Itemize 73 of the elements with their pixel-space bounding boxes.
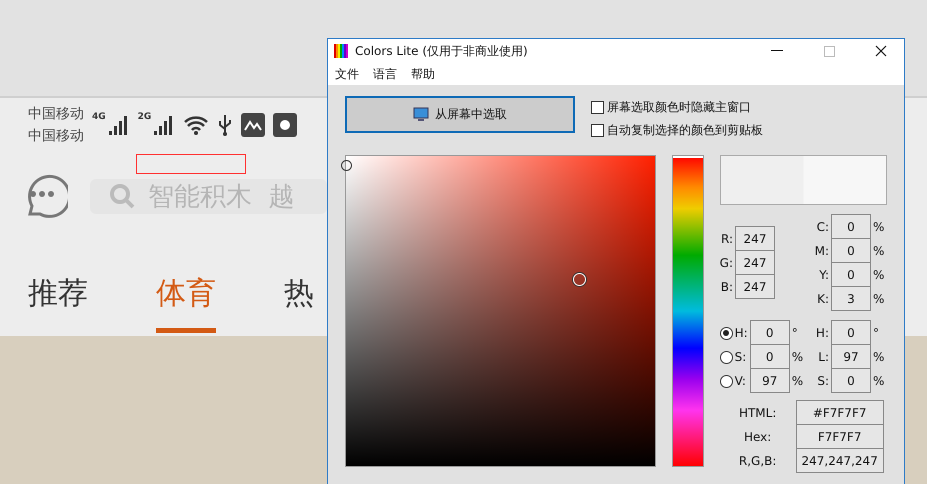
hue-slider[interactable] xyxy=(672,155,704,467)
value-field[interactable]: 0 xyxy=(831,238,871,263)
code-label: Hex: xyxy=(742,430,772,444)
cursor-ring xyxy=(573,273,586,286)
carrier-label: 中国移动 xyxy=(28,127,84,146)
category-tab[interactable]: 热 xyxy=(284,274,314,333)
search-icon xyxy=(108,182,136,210)
window-title: Colors Lite (仅用于非商业使用) xyxy=(355,42,529,60)
signal-icon xyxy=(108,114,130,136)
code-label: R,G,B: xyxy=(738,454,778,468)
value-field[interactable]: 0 xyxy=(831,262,871,287)
value-field[interactable]: 247 xyxy=(735,250,775,275)
menu-item[interactable]: 文件 xyxy=(335,66,359,82)
network-label: 2G xyxy=(138,112,152,122)
maximize-icon xyxy=(824,46,834,56)
channel-label: B: xyxy=(720,280,733,294)
carrier-label: 中国移动 xyxy=(28,105,84,124)
radio-button[interactable] xyxy=(720,326,733,340)
checkbox[interactable] xyxy=(591,124,604,137)
unit-label: ° xyxy=(792,326,799,340)
app-logo-icon xyxy=(333,43,349,59)
unit-label: % xyxy=(792,350,804,364)
app-icon xyxy=(241,113,266,137)
pick-from-screen-button[interactable]: 从屏幕中选取 xyxy=(345,96,575,133)
value-field[interactable]: 0 xyxy=(750,344,790,369)
channel-label: R: xyxy=(720,232,733,246)
unit-label: % xyxy=(873,268,886,282)
unit-label: % xyxy=(873,244,886,258)
value-field[interactable]: 97 xyxy=(831,344,871,369)
unit-label: % xyxy=(873,374,886,388)
channel-label: Y: xyxy=(818,268,829,282)
channel-label: K: xyxy=(816,292,829,306)
channel-label: S: xyxy=(816,374,829,388)
app-icon xyxy=(273,113,298,137)
category-tab[interactable]: 推荐 xyxy=(28,274,88,333)
wifi-icon xyxy=(183,115,210,135)
value-field[interactable]: F7F7F7 xyxy=(796,424,884,449)
value-field[interactable]: 247 xyxy=(735,274,775,299)
network-label: 4G xyxy=(92,112,106,122)
menu-item[interactable]: 语言 xyxy=(373,66,397,82)
radio-button[interactable] xyxy=(720,374,733,388)
unit-label: ° xyxy=(873,326,880,340)
unit-label: % xyxy=(873,220,886,234)
value-field[interactable]: 97 xyxy=(750,368,790,393)
code-label: HTML: xyxy=(738,406,778,420)
checkbox[interactable] xyxy=(591,101,604,114)
monitor-icon xyxy=(413,107,429,122)
channel-label: H: xyxy=(816,326,829,340)
usb-icon xyxy=(217,114,234,136)
value-field[interactable]: 247,247,247 xyxy=(796,448,884,473)
unit-label: % xyxy=(873,350,886,364)
channel-label: S: xyxy=(734,350,746,364)
value-field[interactable]: 3 xyxy=(831,286,871,311)
checkbox-label: 自动复制选择的颜色到剪贴板 xyxy=(607,122,763,139)
channel-label: V: xyxy=(734,374,746,388)
close-icon xyxy=(875,45,887,57)
value-field[interactable]: #F7F7F7 xyxy=(796,400,884,425)
value-field[interactable]: 0 xyxy=(831,368,871,393)
value-field[interactable]: 0 xyxy=(831,214,871,239)
value-field[interactable]: 247 xyxy=(735,226,775,251)
checkbox-label: 屏幕选取颜色时隐藏主窗口 xyxy=(607,99,751,116)
channel-label: M: xyxy=(814,244,829,258)
menu-item[interactable]: 帮助 xyxy=(411,66,435,82)
channel-label: C: xyxy=(816,220,829,234)
channel-label: H: xyxy=(734,326,748,340)
minimize-icon xyxy=(771,50,783,52)
unit-label: % xyxy=(792,374,804,388)
channel-label: G: xyxy=(720,256,733,270)
value-field[interactable]: 0 xyxy=(831,320,871,345)
value-field[interactable]: 0 xyxy=(750,320,790,345)
unit-label: % xyxy=(873,292,886,306)
radio-button[interactable] xyxy=(720,350,733,364)
channel-label: L: xyxy=(817,350,829,364)
